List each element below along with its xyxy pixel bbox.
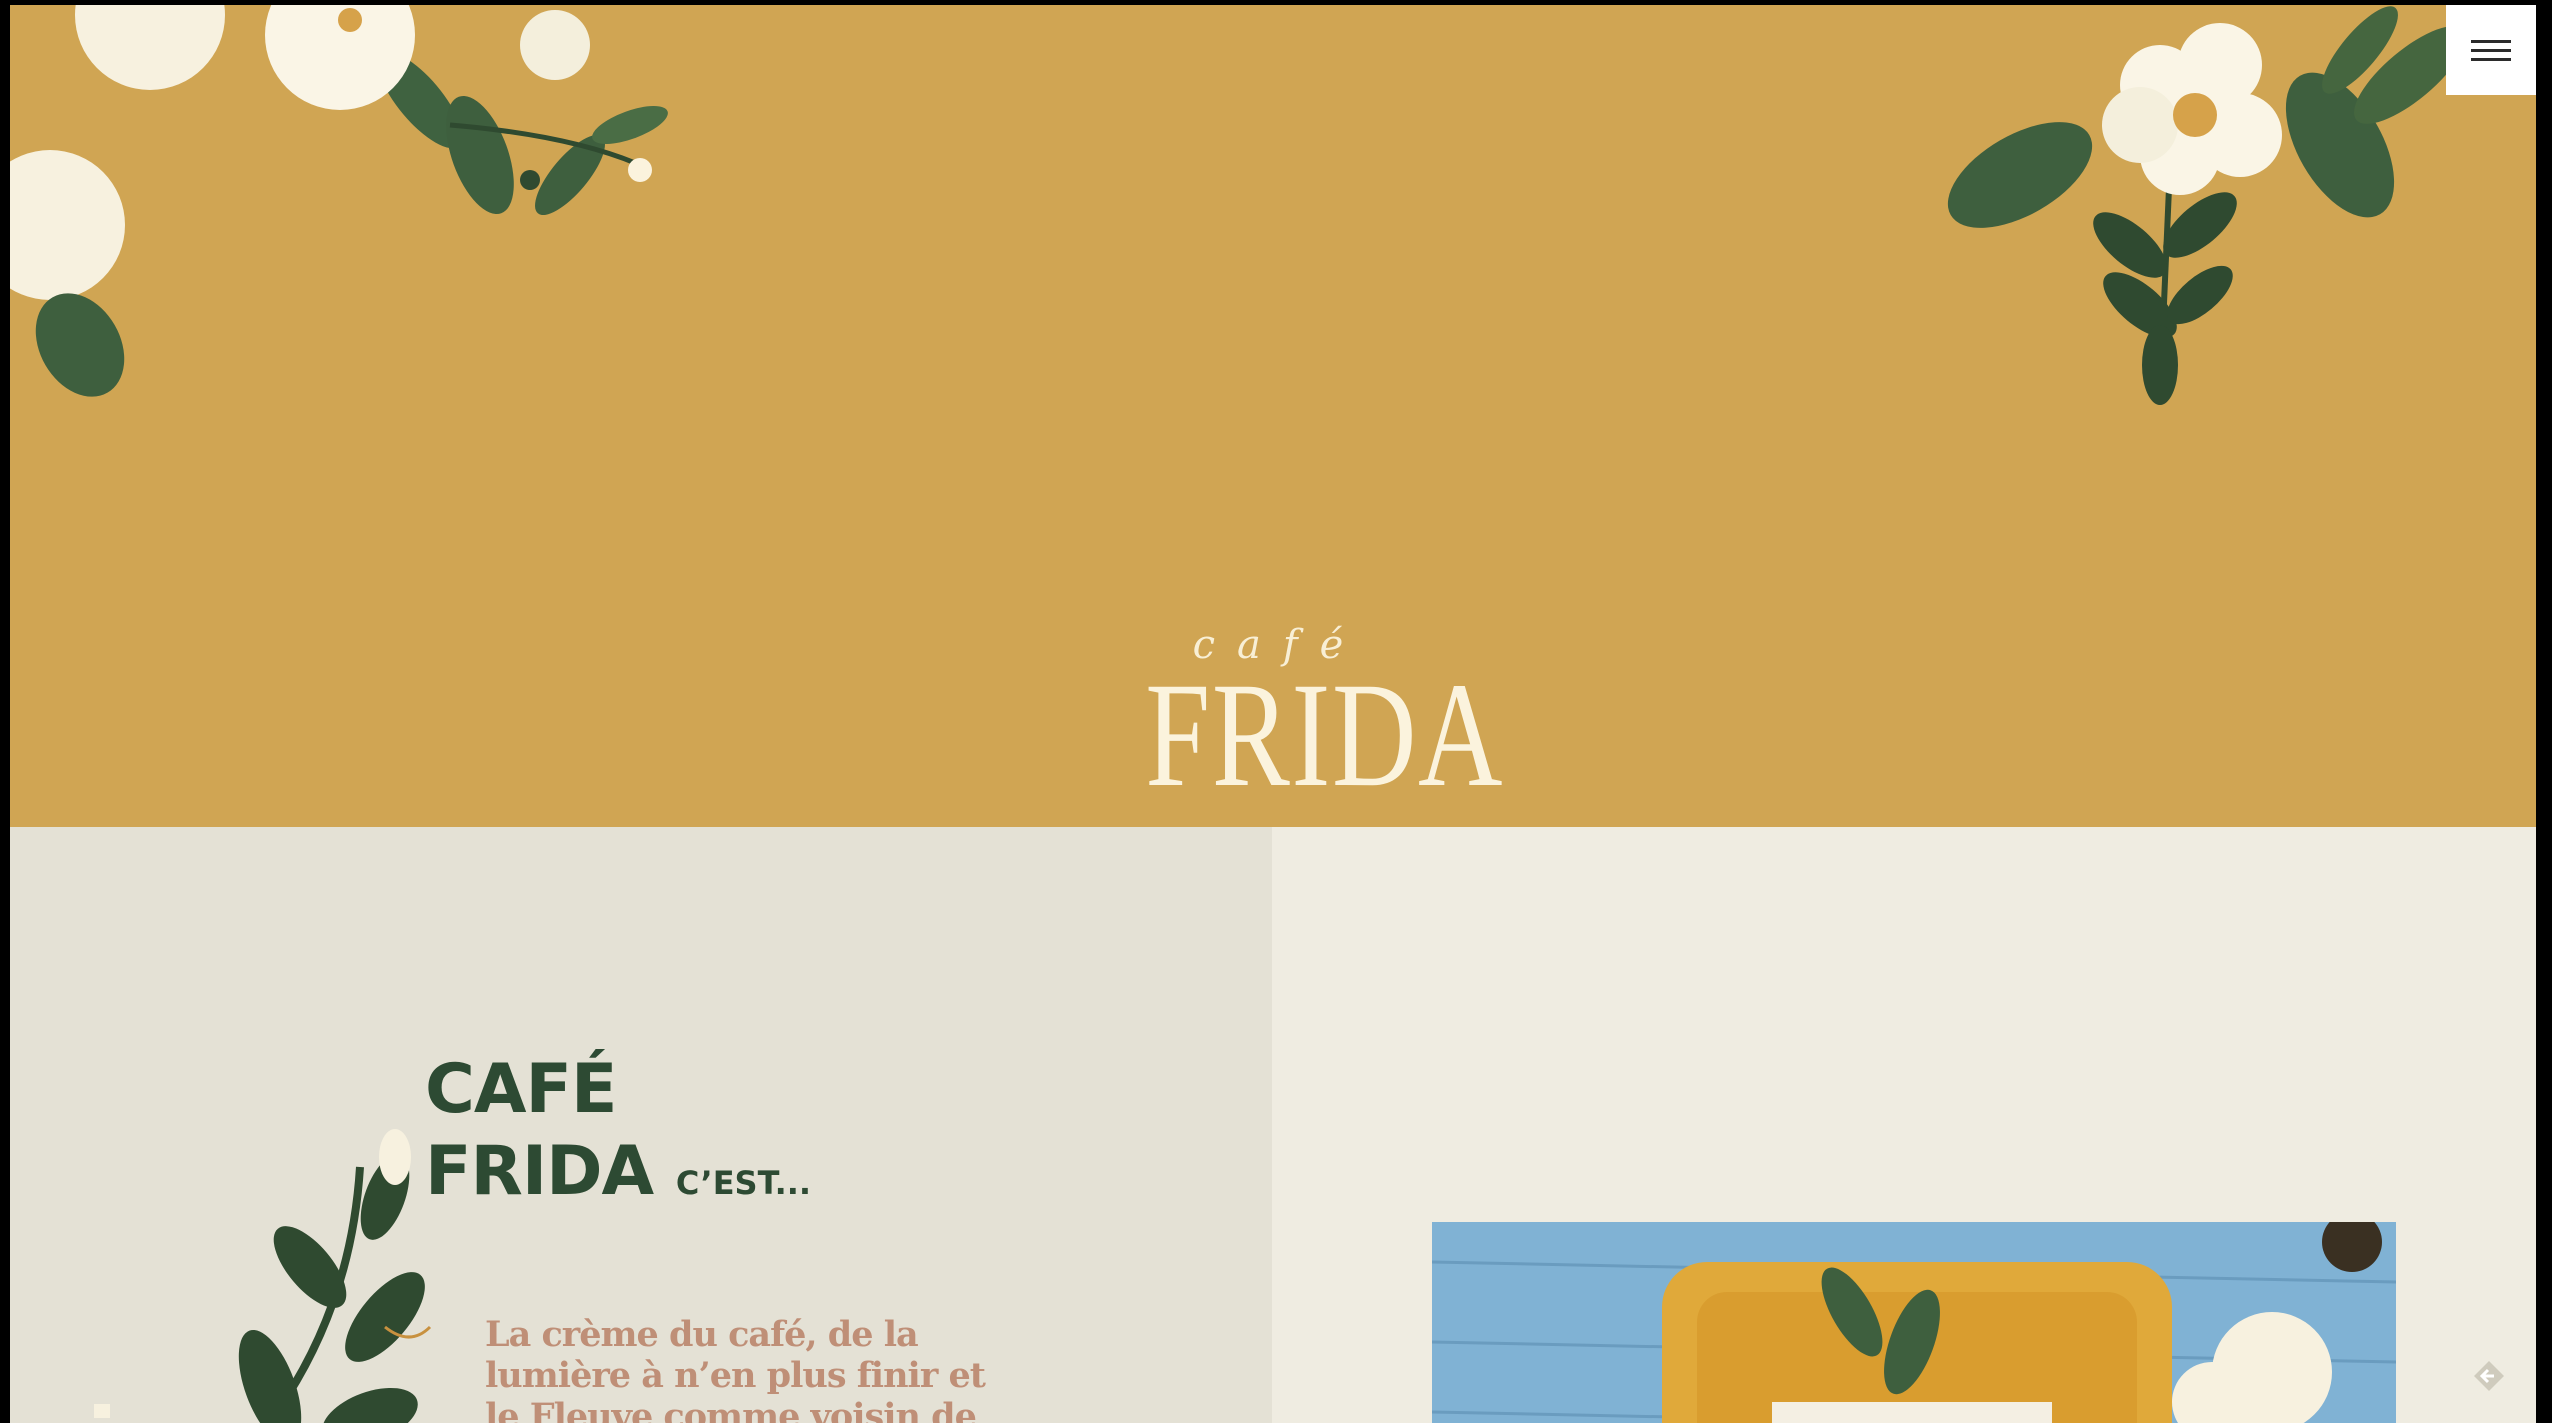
photo-section [1272,827,2536,1423]
flower-decoration-top-right [1947,6,2466,405]
page: café FRIDA CAFÉ FRIDA C’EST... La crème … [10,5,2536,1423]
hamburger-menu-icon [2471,40,2511,43]
hamburger-menu-icon-line [2471,49,2511,52]
about-title-line2: FRIDA [425,1132,654,1211]
hamburger-menu-button[interactable] [2446,5,2536,95]
flower-decoration-top-left [10,5,668,397]
about-section: CAFÉ FRIDA C’EST... La crème du café, de… [10,827,1272,1423]
logo-title-text: FRIDA [1145,652,1505,818]
about-title: CAFÉ FRIDA C’EST... [425,1049,811,1224]
about-title-line1: CAFÉ [425,1050,617,1129]
about-intro-text: La crème du café, de la lumière à n’en p… [485,1314,986,1423]
cafe-frida-logo[interactable]: café FRIDA [1110,625,1505,818]
scroll-arrow-icon[interactable] [2470,1357,2508,1395]
coffee-tray-illustration [1432,1222,2396,1423]
hero-section: café FRIDA [10,5,2536,827]
coffee-tray-photo [1432,1222,2396,1423]
hamburger-menu-icon-line [2471,58,2511,61]
cup-icon [94,1404,110,1418]
about-title-suffix: C’EST... [675,1164,812,1202]
